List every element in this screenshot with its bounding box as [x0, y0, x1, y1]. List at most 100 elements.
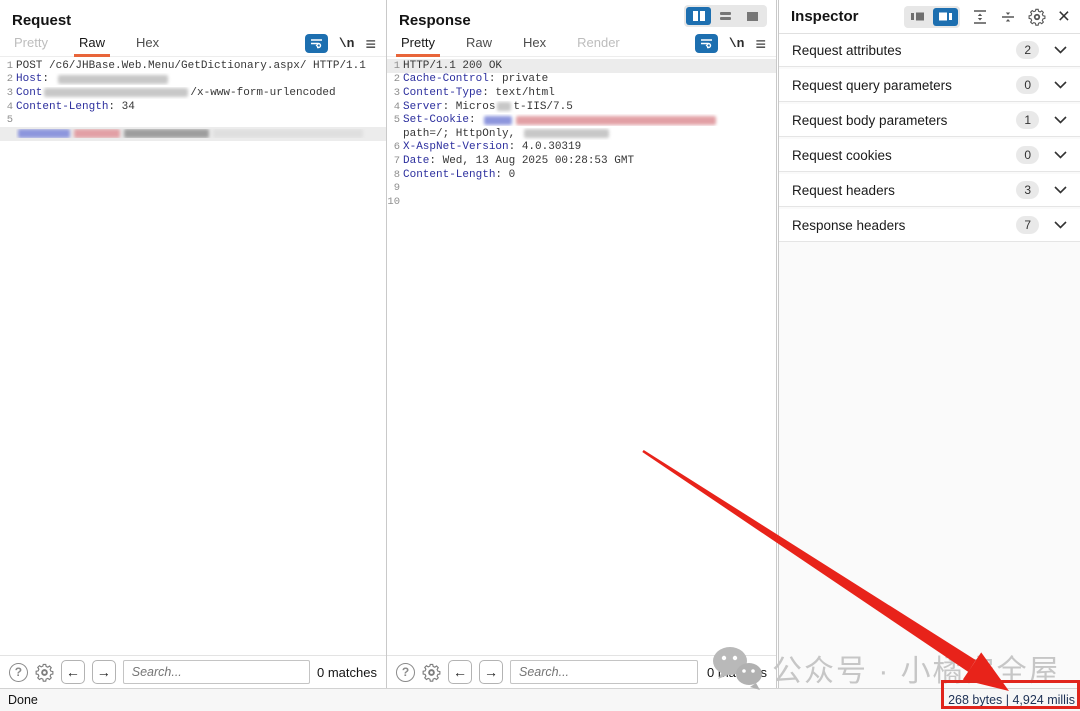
code-line: 3Content-Type: text/html — [387, 86, 776, 100]
search-next-button[interactable]: → — [479, 660, 503, 684]
menu-icon[interactable]: ≡ — [365, 35, 376, 53]
header-name: Cont — [16, 87, 42, 99]
redacted-blur — [44, 88, 188, 97]
inspector-dock-toggle-group — [904, 6, 960, 28]
status-done-label: Done — [0, 693, 38, 707]
dock-left-icon[interactable] — [906, 8, 931, 26]
inspector-settings-gear-icon[interactable] — [1028, 8, 1046, 26]
tab-pretty[interactable]: Pretty — [399, 32, 437, 56]
dock-right-icon[interactable] — [933, 8, 958, 26]
response-tabs: Pretty Raw Hex Render — [399, 32, 649, 56]
header-value: : — [42, 73, 55, 85]
inspector-sections: Request attributes2Request query paramet… — [779, 33, 1080, 242]
inspector-section-request-body-parameters[interactable]: Request body parameters1 — [779, 104, 1080, 137]
code-line: 4Content-Length: 34 — [0, 100, 386, 114]
tab-hex[interactable]: Hex — [521, 32, 548, 56]
chevron-down-icon[interactable] — [1054, 151, 1067, 159]
expand-all-icon[interactable] — [972, 9, 988, 25]
code-line: 9 — [387, 181, 776, 195]
response-tabbar: Pretty Raw Hex Render \n ≡ — [387, 31, 776, 57]
redacted-blur — [58, 75, 168, 84]
header-value: : 34 — [108, 101, 134, 113]
split-columns-layout-icon[interactable] — [686, 7, 711, 25]
tab-raw[interactable]: Raw — [77, 32, 107, 56]
header-value: : 4.0.30319 — [509, 141, 582, 153]
tab-hex[interactable]: Hex — [134, 32, 161, 56]
single-pane-layout-icon[interactable] — [740, 7, 765, 25]
chevron-down-icon[interactable] — [1054, 221, 1067, 229]
inspector-header-icons: × — [904, 6, 1070, 28]
redacted-blur — [484, 116, 512, 125]
inspector-section-request-attributes[interactable]: Request attributes2 — [779, 34, 1080, 67]
tab-raw[interactable]: Raw — [464, 32, 494, 56]
header-name: Content-Length — [16, 101, 108, 113]
section-label: Request query parameters — [792, 78, 952, 93]
chevron-down-icon[interactable] — [1054, 81, 1067, 89]
header-value: POST /c6/JHBase.Web.Menu/GetDictionary.a… — [16, 60, 366, 72]
inspector-section-request-query-parameters[interactable]: Request query parameters0 — [779, 69, 1080, 102]
header-name: Content-Length — [403, 169, 495, 181]
response-tab-icons: \n ≡ — [695, 34, 766, 53]
chevron-down-icon[interactable] — [1054, 186, 1067, 194]
search-settings-gear-icon[interactable] — [422, 663, 441, 682]
header-value: : private — [489, 73, 548, 85]
header-value: : 0 — [495, 169, 515, 181]
code-line: 5 — [0, 113, 386, 127]
response-metrics-label: 268 bytes | 4,924 millis — [948, 693, 1075, 707]
header-value: path=/; HttpOnly, — [403, 128, 522, 140]
count-badge: 0 — [1016, 146, 1039, 164]
tab-pretty[interactable]: Pretty — [12, 32, 50, 56]
word-wrap-icon[interactable] — [695, 34, 718, 53]
menu-icon[interactable]: ≡ — [755, 35, 766, 53]
header-value: t-IIS/7.5 — [513, 101, 572, 113]
redacted-blur — [74, 129, 120, 138]
search-next-button[interactable]: → — [92, 660, 116, 684]
inspector-section-response-headers[interactable]: Response headers7 — [779, 209, 1080, 242]
code-line: 1POST /c6/JHBase.Web.Menu/GetDictionary.… — [0, 59, 386, 73]
header-name: X-AspNet-Version — [403, 141, 509, 153]
request-searchbar: ? ← → 0 matches — [0, 655, 386, 688]
line-number: 5 — [387, 114, 403, 126]
redacted-blur — [516, 116, 716, 125]
request-editor[interactable]: 1POST /c6/JHBase.Web.Menu/GetDictionary.… — [0, 57, 386, 141]
response-searchbar: ? ← → 0 matches — [387, 655, 776, 688]
word-wrap-icon[interactable] — [305, 34, 328, 53]
search-settings-gear-icon[interactable] — [35, 663, 54, 682]
inspector-title: Inspector — [791, 8, 859, 25]
search-prev-button[interactable]: ← — [61, 660, 85, 684]
newline-icon[interactable]: \n — [339, 36, 355, 51]
line-number: 3 — [0, 87, 16, 99]
collapse-all-icon[interactable] — [1000, 9, 1016, 25]
search-match-count: 0 matches — [707, 665, 767, 680]
header-value: : Wed, 13 Aug 2025 00:28:53 GMT — [429, 155, 634, 167]
redacted-blur — [213, 129, 363, 138]
search-input[interactable] — [510, 660, 698, 684]
close-icon[interactable]: × — [1058, 6, 1070, 27]
split-rows-layout-icon[interactable] — [713, 7, 738, 25]
inspector-section-request-headers[interactable]: Request headers3 — [779, 174, 1080, 207]
help-icon[interactable]: ? — [9, 663, 28, 682]
search-input[interactable] — [123, 660, 310, 684]
header-name: Server — [403, 101, 443, 113]
response-editor[interactable]: 1HTTP/1.1 200 OK2Cache-Control: private3… — [387, 57, 776, 209]
count-badge: 3 — [1016, 181, 1039, 199]
code-line: 5Set-Cookie: — [387, 113, 776, 127]
header-name: Host — [16, 73, 42, 85]
section-label: Request cookies — [792, 148, 892, 163]
section-label: Response headers — [792, 218, 905, 233]
http-message-viewer-window: Request PrettyRawHex \n ≡ 1POST /c6/JHBa… — [0, 0, 1080, 711]
newline-icon[interactable]: \n — [729, 36, 745, 51]
tab-render[interactable]: Render — [575, 32, 622, 56]
header-name: Set-Cookie — [403, 114, 469, 126]
line-number: 7 — [387, 155, 403, 167]
search-match-count: 0 matches — [317, 665, 377, 680]
line-number: 1 — [387, 60, 403, 72]
count-badge: 1 — [1016, 111, 1039, 129]
chevron-down-icon[interactable] — [1054, 46, 1067, 54]
header-value: : Micros — [443, 101, 496, 113]
chevron-down-icon[interactable] — [1054, 116, 1067, 124]
redacted-blur — [497, 102, 511, 111]
inspector-section-request-cookies[interactable]: Request cookies 0 — [779, 139, 1080, 172]
search-prev-button[interactable]: ← — [448, 660, 472, 684]
help-icon[interactable]: ? — [396, 663, 415, 682]
